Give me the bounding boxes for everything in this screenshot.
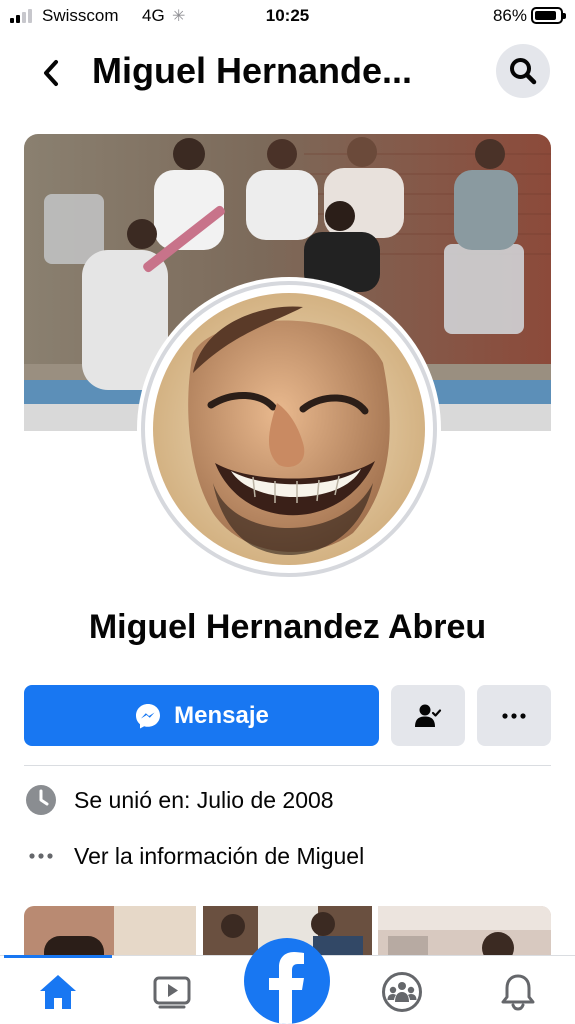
more-icon	[502, 712, 526, 719]
joined-date-text: Se unió en: Julio de 2008	[74, 786, 334, 813]
battery-icon	[531, 7, 566, 24]
friend-status-button[interactable]	[391, 685, 465, 746]
tab-notifications[interactable]	[496, 970, 540, 1014]
divider	[24, 765, 551, 766]
clock-icon	[24, 783, 58, 817]
home-icon	[40, 975, 76, 1009]
more-icon	[24, 839, 58, 873]
message-button[interactable]: Mensaje	[24, 685, 379, 746]
more-options-button[interactable]	[477, 685, 551, 746]
message-button-label: Mensaje	[174, 701, 269, 729]
tab-watch[interactable]	[150, 970, 194, 1014]
search-button[interactable]	[496, 44, 550, 98]
profile-picture-frame[interactable]	[137, 277, 441, 581]
tab-groups[interactable]	[380, 970, 424, 1014]
active-tab-indicator	[4, 955, 112, 958]
back-button[interactable]	[34, 56, 68, 90]
joined-date-row: Se unió en: Julio de 2008	[24, 780, 551, 820]
chevron-left-icon	[44, 60, 58, 86]
bell-icon	[501, 974, 535, 1011]
tab-home[interactable]	[36, 970, 80, 1014]
messenger-icon	[136, 703, 161, 728]
search-icon	[510, 58, 537, 85]
profile-name: Miguel Hernandez Abreu	[88, 608, 487, 646]
facebook-f-icon	[269, 952, 304, 1024]
friend-status-icon	[415, 704, 442, 727]
about-info-link[interactable]: Ver la información de Miguel	[74, 843, 364, 870]
profile-header: Miguel Hernande...	[0, 36, 575, 110]
facebook-logo[interactable]	[244, 938, 330, 1024]
status-bar: Swisscom 4G ✳ 10:25 86%	[0, 0, 575, 34]
page-title: Miguel Hernande...	[92, 50, 413, 91]
watch-icon	[153, 976, 191, 1009]
groups-icon	[382, 972, 422, 1012]
profile-picture	[153, 293, 425, 565]
clock: 10:25	[265, 6, 310, 25]
about-info-row[interactable]: Ver la información de Miguel	[24, 836, 551, 876]
battery-percentage: 86%	[492, 6, 527, 25]
